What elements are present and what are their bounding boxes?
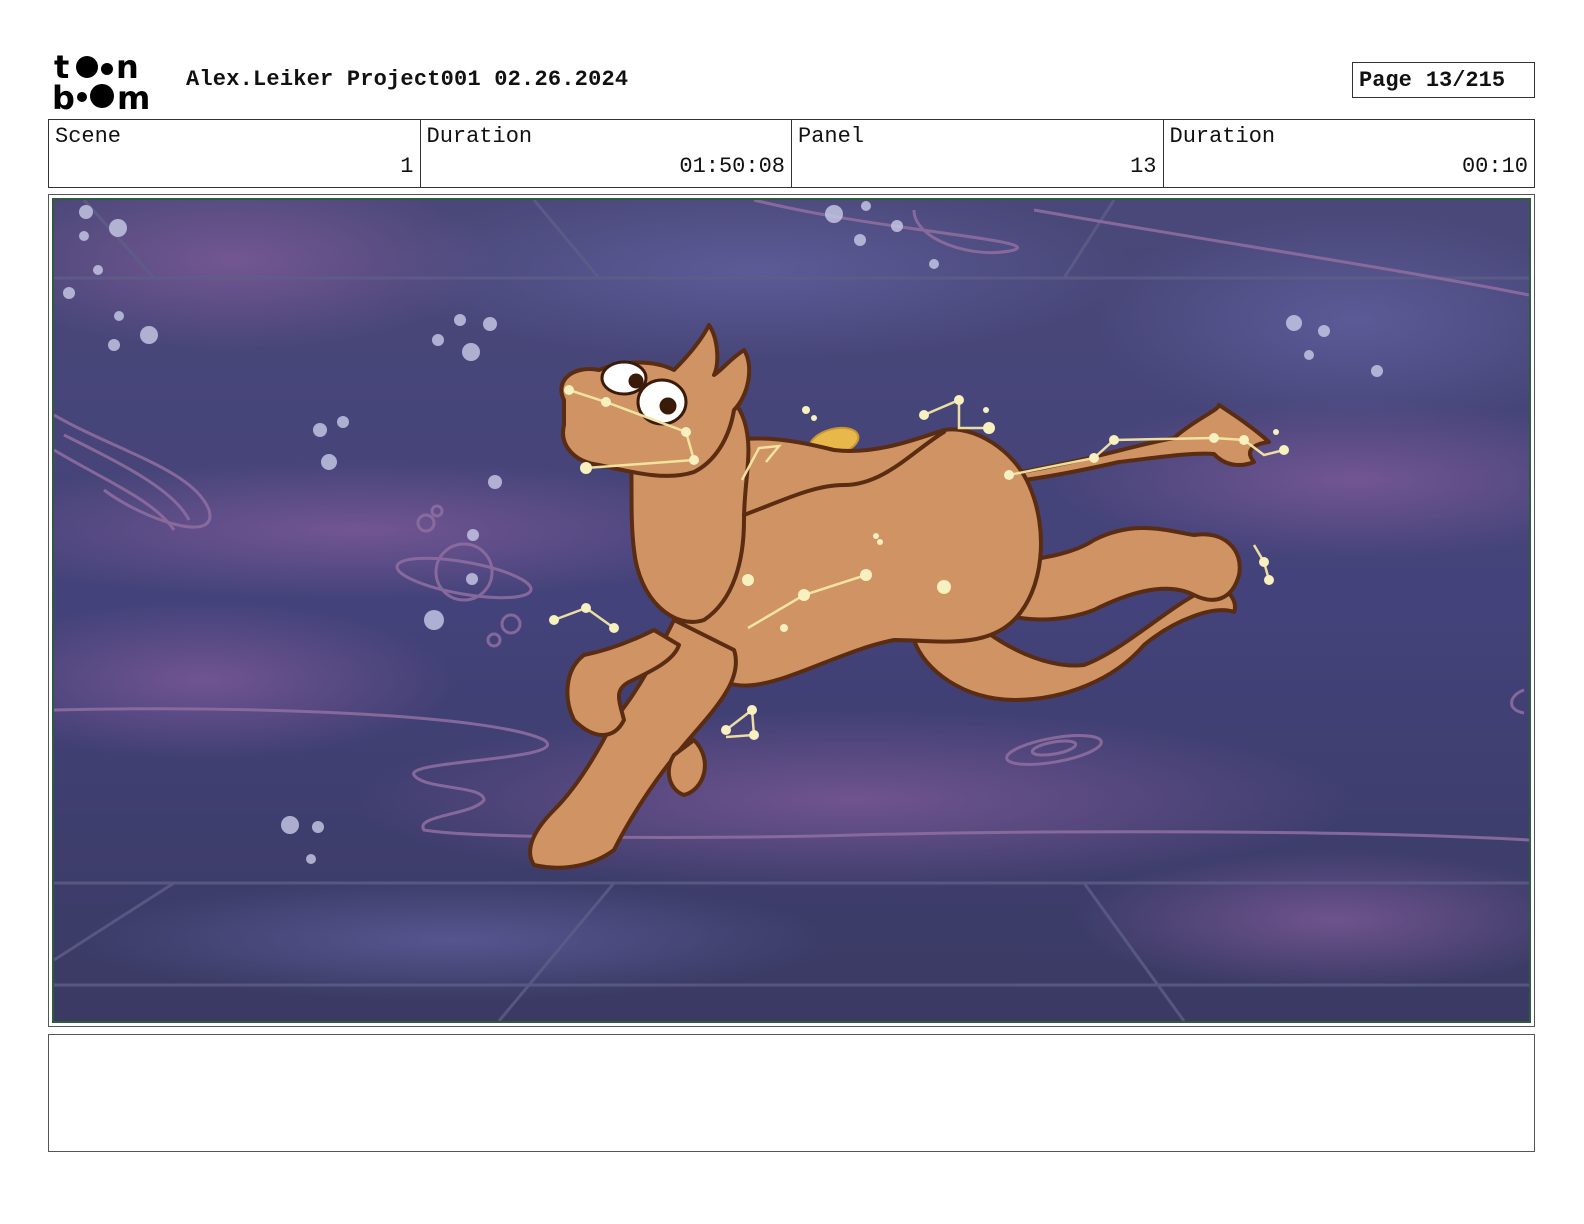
scene-duration-value: 01:50:08 xyxy=(679,154,785,179)
toon-boom-logo: t n b m xyxy=(52,50,150,112)
page-number: 13/215 xyxy=(1425,67,1506,93)
panel-duration-value: 00:10 xyxy=(1461,154,1528,179)
scene-value: 1 xyxy=(400,154,414,179)
svg-text:m: m xyxy=(117,79,150,112)
page-indicator: Page 13/215 xyxy=(1352,62,1535,98)
panel-duration-label: Duration xyxy=(1169,124,1276,149)
scene-duration-cell: Duration 01:50:08 xyxy=(421,120,792,187)
scene-label: Scene xyxy=(55,124,122,149)
panel-label: Panel xyxy=(798,124,865,149)
page-label: Page xyxy=(1359,67,1412,93)
panel-duration-cell: Duration 00:10 xyxy=(1164,120,1535,187)
scene-cell: Scene 1 xyxy=(49,120,421,187)
panel-cell: Panel 13 xyxy=(792,120,1164,187)
scene-info-table: Scene 1 Duration 01:50:08 Panel 13 Durat… xyxy=(48,119,1535,188)
panel-notes-box xyxy=(48,1034,1535,1152)
project-title: Alex.Leiker Project001 02.26.2024 xyxy=(186,67,629,92)
panel-illustration xyxy=(54,200,1529,1021)
panel-value: 13 xyxy=(1130,154,1157,179)
svg-text:b: b xyxy=(52,79,75,112)
storyboard-panel-image xyxy=(52,198,1531,1023)
scene-duration-label: Duration xyxy=(426,124,533,149)
